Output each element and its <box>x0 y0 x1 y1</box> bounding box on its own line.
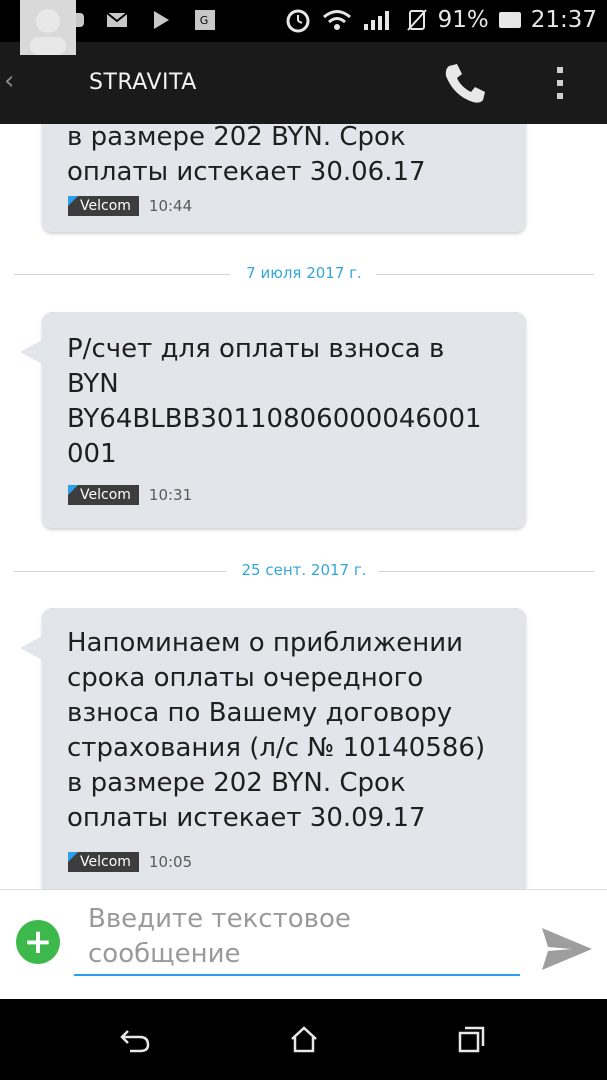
date-label: 7 июля 2017 г. <box>246 264 362 282</box>
back-arrow-icon <box>120 1030 150 1053</box>
message-bubble[interactable]: Напоминаем о приближении срока оплаты оч… <box>20 608 526 889</box>
recent-apps-icon <box>458 1026 485 1053</box>
mail-icon <box>104 8 130 32</box>
message-composer: + Введите текстовое сообщение <box>0 889 607 1000</box>
add-attachment-button[interactable]: + <box>16 920 60 964</box>
conversation-list[interactable]: в размере 202 BYN. Срок оплаты истекает … <box>0 124 607 889</box>
sim-badge: Velcom <box>68 852 139 872</box>
status-bar: b G 91% 21:37 <box>0 0 607 42</box>
recent-apps-button[interactable] <box>451 1019 491 1059</box>
message-input[interactable]: Введите текстовое сообщение <box>74 898 520 976</box>
message-meta: Velcom 10:31 <box>68 485 192 505</box>
back-button[interactable] <box>114 1019 154 1059</box>
no-sim-icon <box>406 9 427 31</box>
maps-icon: G <box>192 8 218 32</box>
date-separator: 25 сент. 2017 г. <box>14 561 594 581</box>
overflow-menu-button[interactable] <box>550 60 570 106</box>
message-text: Р/счет для оплаты взноса в BYN BY64BLBB3… <box>67 334 482 469</box>
svg-text:G: G <box>200 14 209 27</box>
plus-icon: + <box>23 922 53 962</box>
battery-percent: 91% <box>437 7 489 33</box>
avatar[interactable] <box>20 0 76 55</box>
message-meta: Velcom 10:44 <box>68 196 192 216</box>
navigation-bar <box>0 999 607 1080</box>
home-button[interactable] <box>284 1019 324 1059</box>
send-icon <box>542 928 592 970</box>
contact-name[interactable]: STRAVITA <box>89 70 197 95</box>
home-icon <box>291 1026 317 1053</box>
message-time: 10:44 <box>148 197 193 215</box>
message-bubble[interactable]: Р/счет для оплаты взноса в BYN BY64BLBB3… <box>20 312 526 528</box>
phone-icon <box>445 64 485 103</box>
signal-icon <box>363 11 389 30</box>
message-meta: Velcom 10:05 <box>68 852 192 872</box>
back-chevron-icon[interactable]: ‹ <box>4 66 14 96</box>
date-label: 25 сент. 2017 г. <box>241 561 367 579</box>
play-store-icon <box>148 8 174 32</box>
call-button[interactable] <box>440 60 490 106</box>
message-text: в размере 202 BYN. Срок оплаты истекает … <box>67 124 426 187</box>
message-text: Напоминаем о приближении срока оплаты оч… <box>67 628 486 833</box>
sim-badge: Velcom <box>68 485 139 505</box>
action-bar: ‹ STRAVITA <box>0 0 607 124</box>
message-input-placeholder: Введите текстовое сообщение <box>88 904 351 969</box>
battery-icon <box>498 12 521 28</box>
alarm-icon <box>286 9 310 33</box>
sim-badge: Velcom <box>68 196 139 216</box>
message-bubble[interactable]: в размере 202 BYN. Срок оплаты истекает … <box>42 124 526 232</box>
message-time: 10:05 <box>148 853 193 871</box>
clock: 21:37 <box>530 7 597 33</box>
wifi-icon <box>322 10 351 30</box>
send-button[interactable] <box>538 924 594 974</box>
date-separator: 7 июля 2017 г. <box>14 264 594 284</box>
system-status: 91% 21:37 <box>284 6 597 34</box>
message-time: 10:31 <box>148 486 193 504</box>
